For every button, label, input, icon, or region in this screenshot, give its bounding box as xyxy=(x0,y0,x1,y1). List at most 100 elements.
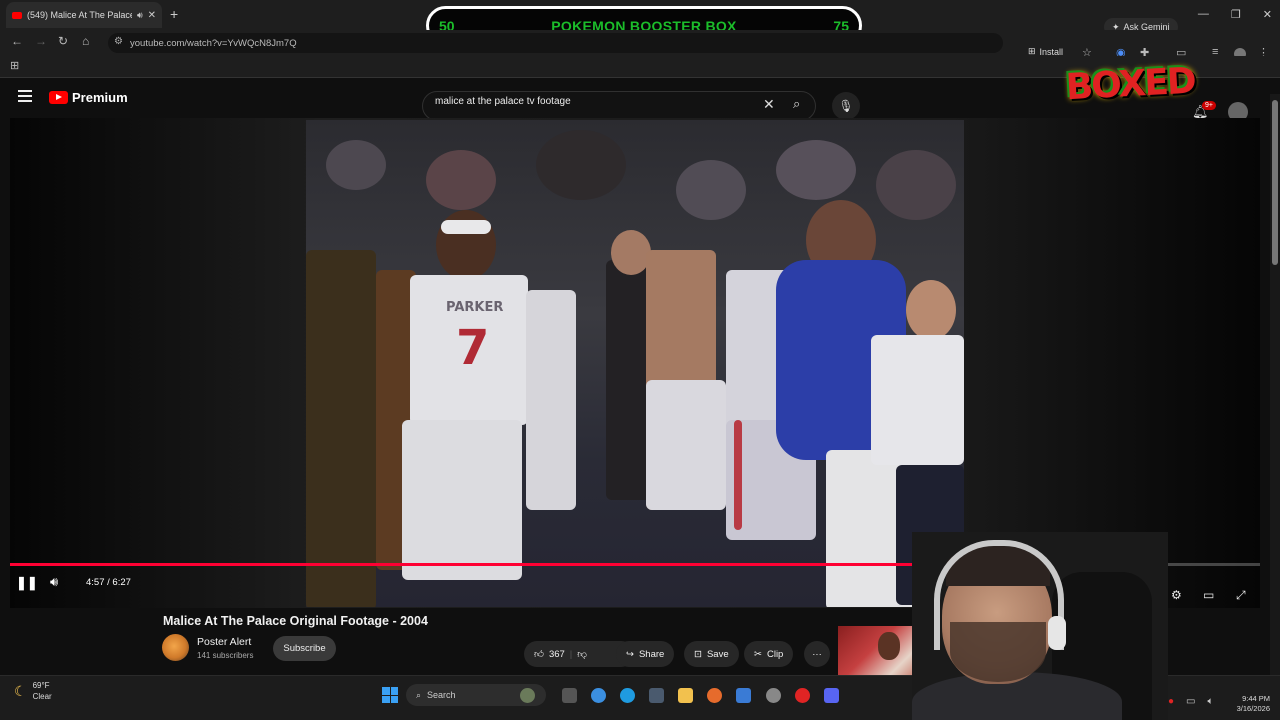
subscribe-button[interactable]: Subscribe xyxy=(273,636,336,661)
file-explorer-icon[interactable] xyxy=(678,688,693,703)
store-icon[interactable] xyxy=(649,688,664,703)
theater-mode-icon[interactable]: ▭ xyxy=(1203,588,1214,602)
scrollbar-thumb[interactable] xyxy=(1272,100,1278,265)
player-shorts-2 xyxy=(646,380,726,510)
search-icon[interactable]: ⌕ xyxy=(793,96,800,112)
crowd-figure xyxy=(326,140,386,190)
clock-time: 9:44 PM xyxy=(1242,694,1270,703)
speaker-icon[interactable]: 🔈︎ xyxy=(1208,696,1214,707)
like-count[interactable]: 367 xyxy=(549,649,565,660)
pause-icon[interactable]: ❚❚ xyxy=(16,575,38,591)
windows-start-icon[interactable] xyxy=(382,687,398,703)
save-bookmark-icon: ⊡ xyxy=(694,648,702,660)
home-icon[interactable]: ⌂ xyxy=(82,34,89,48)
close-window-icon[interactable]: ✕ xyxy=(1263,8,1272,21)
save-label: Save xyxy=(706,648,729,660)
referee-shirt xyxy=(871,335,964,465)
firefox-icon[interactable] xyxy=(707,688,722,703)
forward-icon[interactable]: → xyxy=(35,34,47,48)
photos-icon[interactable] xyxy=(736,688,751,703)
thumbs-down-icon[interactable]: 👎︎ xyxy=(577,648,587,660)
channel-avatar[interactable] xyxy=(162,634,189,661)
shorts-stripe xyxy=(734,420,742,530)
taskbar-search-label: Search xyxy=(427,690,456,700)
taskbar-clock[interactable]: 9:44 PM 3/16/2026 xyxy=(1226,694,1270,714)
scissors-icon: ✂ xyxy=(754,648,762,660)
apps-grid-icon[interactable]: ⊞ xyxy=(10,59,19,72)
url-bar[interactable]: ⚙ youtube.com/watch?v=YvWQcN8Jm7Q xyxy=(108,33,1003,53)
taskbar-search-icon: ⌕ xyxy=(416,689,422,700)
back-icon[interactable]: ← xyxy=(11,34,23,48)
referee-head xyxy=(906,280,956,340)
jersey-name: PARKER xyxy=(446,300,504,315)
obs-icon[interactable] xyxy=(766,688,781,703)
subscriber-count: 141 subscribers xyxy=(197,651,254,660)
site-info-icon[interactable]: ⚙ xyxy=(114,36,123,47)
logo-text: Premium xyxy=(72,90,128,105)
time-display: 4:57 / 6:27 xyxy=(86,577,131,588)
clear-search-icon[interactable]: ✕ xyxy=(763,96,775,113)
window-controls: — ❐ ✕ xyxy=(1198,8,1272,21)
more-actions-button[interactable]: ··· xyxy=(804,641,830,667)
crowd-figure xyxy=(676,160,746,220)
crowd-figure xyxy=(426,150,496,210)
system-tray: ● ▭ 🔈︎ xyxy=(1168,696,1214,707)
youtube-premium-logo[interactable]: Premium xyxy=(49,90,128,105)
save-button[interactable]: ⊡ Save xyxy=(684,641,739,667)
volume-icon[interactable]: 🔊︎ xyxy=(50,574,58,590)
video-progress-fill xyxy=(10,563,970,566)
notifications-badge: 9+ xyxy=(1202,101,1216,110)
new-tab-button[interactable]: + xyxy=(170,6,178,22)
media-player-icon[interactable] xyxy=(795,688,810,703)
crowd-figure xyxy=(536,130,626,200)
thumbnail-face xyxy=(878,632,900,660)
headband xyxy=(441,220,491,234)
video-title: Malice At The Palace Original Footage - … xyxy=(163,614,428,628)
tab-close-icon[interactable]: ✕ xyxy=(148,10,156,21)
clip-button[interactable]: ✂ Clip xyxy=(744,641,794,667)
player-jersey-2 xyxy=(526,290,576,510)
pacers-player-left xyxy=(306,250,376,607)
clock-date: 3/16/2026 xyxy=(1236,704,1270,713)
clip-label: Clip xyxy=(766,648,784,660)
jersey-number: 7 xyxy=(456,320,490,376)
share-icon: ↪ xyxy=(626,648,634,660)
share-button[interactable]: ↪ Share xyxy=(616,641,675,667)
headset-earcup xyxy=(1048,616,1066,650)
voice-search-mic-icon[interactable]: 🎙︎ xyxy=(832,92,860,120)
browser-tab[interactable]: (549) Malice At The Palace ( 🔊︎ ✕ xyxy=(6,2,162,28)
minimize-icon[interactable]: — xyxy=(1198,8,1209,21)
share-label: Share xyxy=(638,648,665,660)
boxed-brand-logo: BOXED xyxy=(1064,60,1196,109)
like-divider: | xyxy=(569,648,573,660)
network-icon[interactable]: ▭ xyxy=(1186,696,1195,707)
maximize-icon[interactable]: ❐ xyxy=(1231,8,1241,21)
tab-title: (549) Malice At The Palace ( xyxy=(27,10,132,20)
headset-icon xyxy=(934,540,1064,650)
taskbar-widget-icon[interactable] xyxy=(520,688,535,703)
crowd-figure xyxy=(776,140,856,200)
fullscreen-icon[interactable]: ⤢ xyxy=(1236,588,1246,603)
task-view-icon[interactable] xyxy=(562,688,577,703)
youtube-favicon-icon xyxy=(12,11,22,19)
crowd-figure xyxy=(876,150,956,220)
discord-icon[interactable] xyxy=(824,688,839,703)
temperature: 69°F xyxy=(32,681,50,690)
suited-man-head xyxy=(611,230,651,275)
mic-tray-icon[interactable]: ● xyxy=(1168,696,1174,707)
streamer-webcam xyxy=(912,532,1168,720)
channel-name[interactable]: Poster Alert xyxy=(197,636,251,648)
youtube-play-logo-icon xyxy=(49,91,68,104)
menu-hamburger-icon[interactable] xyxy=(18,90,32,102)
url-text: youtube.com/watch?v=YvWQcN8Jm7Q xyxy=(130,37,297,49)
moon-icon: ☾ xyxy=(14,682,27,699)
copilot-icon[interactable] xyxy=(591,688,606,703)
settings-gear-icon[interactable]: ⚙ xyxy=(1171,588,1182,602)
video-frame[interactable]: PARKER 7 xyxy=(306,120,964,607)
weather-widget[interactable]: ☾ 69°F Clear xyxy=(14,680,52,702)
install-label: Install xyxy=(1039,46,1064,57)
thumbs-up-icon[interactable]: 👍︎ xyxy=(534,648,544,660)
edge-icon[interactable] xyxy=(620,688,635,703)
tab-audio-icon[interactable]: 🔊︎ xyxy=(137,10,143,21)
reload-icon[interactable]: ↻ xyxy=(58,34,68,48)
